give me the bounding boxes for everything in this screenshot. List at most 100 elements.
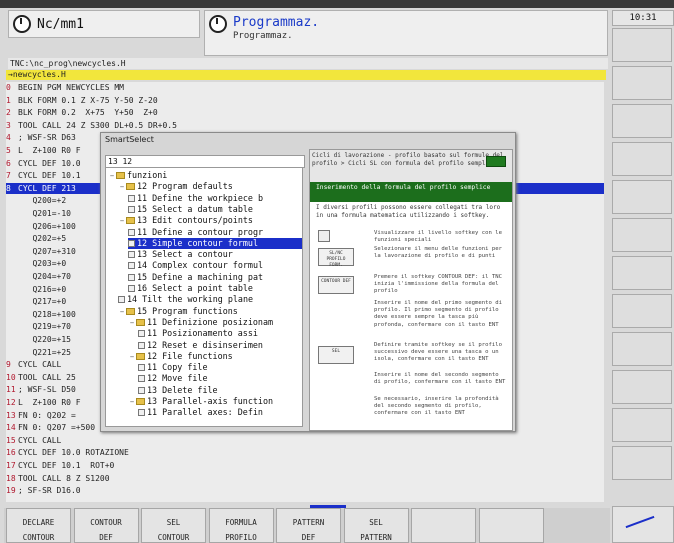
tree-item-label: 16 Select a point table	[137, 283, 253, 293]
program-line[interactable]: 2 BLK FORM 0.2 X+75 Y+50 Z+0	[6, 107, 604, 118]
line-text: CYCL DEF 10.1 ROT+0	[18, 461, 115, 470]
vertical-softkey[interactable]	[612, 408, 672, 442]
tree-item[interactable]: − 13 Parallel-axis function	[128, 396, 302, 407]
machine-mode-label: Nc/mm1	[37, 16, 84, 32]
line-text: FN 0: Q202 =	[18, 410, 76, 420]
collapse-toggle-icon[interactable]: −	[128, 318, 136, 328]
collapse-toggle-icon[interactable]: −	[118, 307, 126, 317]
vertical-softkey[interactable]	[612, 180, 672, 214]
tree-item[interactable]: − 15 Program functions	[118, 306, 302, 317]
file-path: TNC:\nc_prog\newcycles.H	[8, 58, 608, 69]
document-icon	[128, 273, 135, 281]
tree-item[interactable]: 11 Define the workpiece b	[128, 193, 302, 204]
document-icon	[128, 262, 135, 270]
softkey[interactable]	[478, 508, 544, 543]
screen: Nc/mm1 Programmaz. Programmaz. 10:31 TNC…	[0, 0, 674, 543]
tree-item[interactable]: − funzioni	[108, 170, 302, 181]
document-icon	[138, 386, 145, 394]
softkey-label-line1: PATTERN	[292, 518, 325, 527]
line-text: CYCL DEF 10.0 ROTAZIONE	[18, 448, 129, 458]
vertical-softkey[interactable]	[612, 294, 672, 328]
tree-item[interactable]: 14 Tilt the working plane	[118, 294, 302, 305]
program-line[interactable]: 1 BLK FORM 0.1 Z X-75 Y-50 Z-20	[6, 95, 604, 106]
tree-item[interactable]: − 11 Definizione posizionam	[128, 317, 302, 328]
tree-item[interactable]: 15 Define a machining pat	[128, 272, 302, 283]
collapse-toggle-icon[interactable]: −	[118, 216, 126, 226]
vertical-softkey[interactable]	[612, 66, 672, 100]
line-number: 14	[6, 423, 16, 433]
tree-item[interactable]: 11 Define a contour progr	[128, 227, 302, 238]
tree-item[interactable]: 13 Select a contour	[128, 249, 302, 260]
tree-item[interactable]: 12 Simple contour formul	[128, 237, 302, 250]
tree-item[interactable]: 16 Select a point table	[128, 283, 302, 294]
vertical-softkey[interactable]	[612, 104, 672, 138]
program-line[interactable]: 15 CYCL CALL	[6, 435, 604, 446]
program-line[interactable]: 19; SF-SR D16.0	[6, 485, 604, 496]
help-softkey-profile: SL/NC PROFILO FORM.	[318, 248, 354, 268]
collapse-toggle-icon[interactable]: −	[128, 352, 136, 362]
softkey-label-line2: PATTERN	[360, 533, 392, 542]
line-text: Q217=+0	[18, 297, 67, 307]
tree-item[interactable]: − 12 Program defaults	[118, 181, 302, 192]
softkey[interactable]: FORMULA PROFILO	[208, 508, 274, 543]
vertical-softkey[interactable]	[612, 332, 672, 366]
line-number: 8	[6, 183, 11, 193]
document-icon	[138, 364, 145, 372]
program-line[interactable]: 3 TOOL CALL 24 Z S300 DL+0.5 DR+0.5	[6, 120, 604, 131]
line-text: Q204=+70	[18, 272, 71, 281]
help-badge-icon	[486, 156, 506, 167]
line-text: BLK FORM 0.1 Z X-75 Y-50 Z-20	[18, 95, 158, 105]
help-step: Selezionare il menu delle funzioni per l…	[374, 246, 502, 260]
document-icon	[118, 296, 125, 304]
softkey[interactable]: PATTERN DEF	[276, 508, 341, 543]
collapse-toggle-icon[interactable]: −	[118, 182, 126, 192]
line-number: 5	[6, 146, 11, 155]
vertical-softkey[interactable]	[612, 28, 672, 62]
power-icon	[13, 15, 31, 33]
vertical-softkey[interactable]	[612, 256, 672, 290]
tree-item[interactable]: 12 Reset e disinserimen	[138, 340, 302, 351]
tree-item[interactable]: − 12 File functions	[128, 351, 302, 362]
softkey[interactable]: SEL CONTOUR	[141, 508, 206, 543]
softkey[interactable]: CONTOUR DEF	[73, 508, 139, 543]
tree-item[interactable]: 11 Posizionamento assi	[138, 328, 302, 339]
program-line[interactable]: 0 BEGIN PGM NEWCYCLES MM	[6, 82, 604, 93]
line-text: TOOL CALL 24 Z S300 DL+0.5 DR+0.5	[18, 120, 177, 130]
collapse-toggle-icon[interactable]: −	[108, 171, 116, 181]
tree-item-label: 14 Complex contour formul	[137, 260, 264, 271]
vertical-softkey[interactable]	[612, 142, 672, 176]
tree-item[interactable]: − 13 Edit contours/points	[118, 215, 302, 226]
line-number: 7	[6, 171, 11, 181]
help-step: Definire tramite softkey se il profilo s…	[374, 342, 502, 363]
line-text: Q206=+100	[18, 221, 76, 231]
program-line[interactable]: 16 CYCL DEF 10.0 ROTAZIONE	[6, 447, 604, 458]
tree-item[interactable]: 11 Copy file	[138, 362, 302, 373]
special-functions-icon	[318, 230, 330, 242]
dialog-title: SmartSelect	[105, 135, 154, 144]
program-line[interactable]: 18 TOOL CALL 8 Z S1200	[6, 473, 604, 484]
line-text: CYCL DEF 10.1	[18, 171, 81, 181]
line-text: Q219=+70	[18, 322, 71, 332]
help-step: Inserire il nome del primo segmento di p…	[374, 300, 502, 328]
help-intro: I diversi profili possono essere collega…	[316, 204, 501, 219]
vertical-softkey[interactable]	[612, 446, 672, 480]
tree-item-label: 12 Program defaults	[137, 181, 233, 192]
tree-item[interactable]: 15 Select a datum table	[128, 204, 302, 215]
tree-item[interactable]: 14 Complex contour formul	[128, 260, 302, 271]
vertical-softkey[interactable]	[612, 370, 672, 404]
vertical-softkey[interactable]	[612, 218, 672, 252]
softkey[interactable]: SEL PATTERN	[343, 508, 409, 543]
tree-item[interactable]: 12 Move file	[138, 373, 302, 384]
program-line[interactable]: 17 CYCL DEF 10.1 ROT+0	[6, 460, 604, 471]
softkey[interactable]	[411, 508, 476, 543]
collapse-toggle-icon[interactable]: −	[128, 397, 136, 407]
document-icon	[128, 228, 135, 236]
tree-item[interactable]: 13 Delete file	[138, 385, 302, 396]
softkey[interactable]: DECLARE CONTOUR	[6, 508, 71, 543]
programming-mode-label: Programmaz.	[233, 15, 320, 30]
function-tree[interactable]: − funzioni −12 Program defaults 11 Define t…	[105, 167, 303, 427]
programming-mode-tab[interactable]: Programmaz. Programmaz.	[204, 10, 608, 56]
machine-mode-tab[interactable]: Nc/mm1	[8, 10, 200, 38]
tree-item[interactable]: 11 Parallel axes: Defin	[138, 407, 302, 418]
softkey-switch-button[interactable]	[612, 506, 674, 543]
